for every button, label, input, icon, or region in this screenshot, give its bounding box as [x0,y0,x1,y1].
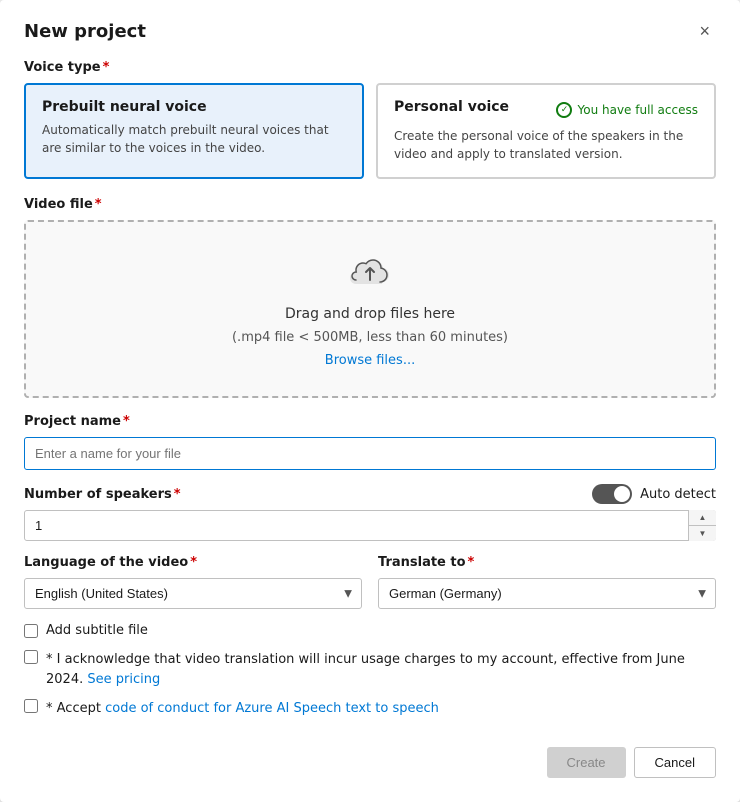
code-of-conduct-link[interactable]: code of conduct for Azure AI Speech text… [105,701,439,716]
full-access-badge: ✓ You have full access [556,102,698,118]
translate-to-required: * [468,555,475,570]
toggle-knob [614,486,630,502]
video-file-required: * [95,197,102,212]
translate-to-group: Translate to* German (Germany) Spanish F… [378,555,716,609]
speakers-label: Number of speakers* [24,487,181,502]
project-name-input[interactable] [24,437,716,470]
speakers-row: Number of speakers* Auto detect [24,484,716,504]
project-name-required: * [123,414,130,429]
close-button[interactable]: × [693,20,716,42]
language-select[interactable]: English (United States) Spanish French G… [24,578,362,609]
check-circle-icon: ✓ [556,102,572,118]
translate-to-select-wrap: German (Germany) Spanish French English … [378,578,716,609]
new-project-dialog: New project × Voice type* Prebuilt neura… [0,0,740,802]
full-access-label: You have full access [577,103,698,117]
subtitle-checkbox[interactable] [24,624,38,638]
acknowledge-checkbox[interactable] [24,650,38,664]
drop-subtext: (.mp4 file < 500MB, less than 60 minutes… [232,330,508,345]
spinner-down-button[interactable]: ▼ [689,526,716,541]
video-file-section: Video file* Drag and drop files here (.m… [24,197,716,398]
language-required: * [190,555,197,570]
personal-voice-card[interactable]: Personal voice ✓ You have full access Cr… [376,83,716,179]
speakers-required: * [174,487,181,502]
drop-text: Drag and drop files here [285,306,455,322]
acknowledge-text: * I acknowledge that video translation w… [46,650,716,689]
voice-type-required: * [103,60,110,75]
project-name-label: Project name* [24,414,716,429]
upload-icon [348,254,392,294]
subtitle-row: Add subtitle file [24,623,716,638]
auto-detect-label: Auto detect [640,487,716,502]
accept-row: * Accept code of conduct for Azure AI Sp… [24,699,716,719]
language-group: Language of the video* English (United S… [24,555,362,609]
drop-zone[interactable]: Drag and drop files here (.mp4 file < 50… [24,220,716,398]
dialog-title: New project [24,21,146,42]
personal-voice-header: Personal voice ✓ You have full access [394,99,698,121]
auto-detect-row: Auto detect [592,484,716,504]
prebuilt-voice-desc: Automatically match prebuilt neural voic… [42,121,346,157]
speakers-input-wrap: ▲ ▼ [24,510,716,541]
accept-checkbox[interactable] [24,699,38,713]
spinner-up-button[interactable]: ▲ [689,510,716,526]
personal-voice-desc: Create the personal voice of the speaker… [394,127,698,163]
speakers-number-input[interactable] [24,510,716,541]
video-file-label: Video file* [24,197,716,212]
auto-detect-toggle[interactable] [592,484,632,504]
personal-voice-title: Personal voice [394,99,509,115]
acknowledge-row: * I acknowledge that video translation w… [24,650,716,689]
cancel-button[interactable]: Cancel [634,747,716,778]
dialog-header: New project × [24,20,716,42]
language-select-wrap: English (United States) Spanish French G… [24,578,362,609]
voice-type-label: Voice type* [24,60,716,75]
accept-text: * Accept code of conduct for Azure AI Sp… [46,699,439,719]
footer-buttons: Create Cancel [24,729,716,778]
create-button[interactable]: Create [547,747,626,778]
project-name-section: Project name* [24,414,716,470]
prebuilt-voice-title: Prebuilt neural voice [42,99,346,115]
subtitle-label: Add subtitle file [46,623,148,638]
translate-to-select[interactable]: German (Germany) Spanish French English … [378,578,716,609]
language-row: Language of the video* English (United S… [24,555,716,609]
voice-type-row: Prebuilt neural voice Automatically matc… [24,83,716,179]
prebuilt-neural-voice-card[interactable]: Prebuilt neural voice Automatically matc… [24,83,364,179]
number-spinners: ▲ ▼ [688,510,716,541]
browse-files-link[interactable]: Browse files... [325,353,415,368]
translate-to-label: Translate to* [378,555,716,570]
language-label: Language of the video* [24,555,362,570]
see-pricing-link[interactable]: See pricing [87,672,160,687]
